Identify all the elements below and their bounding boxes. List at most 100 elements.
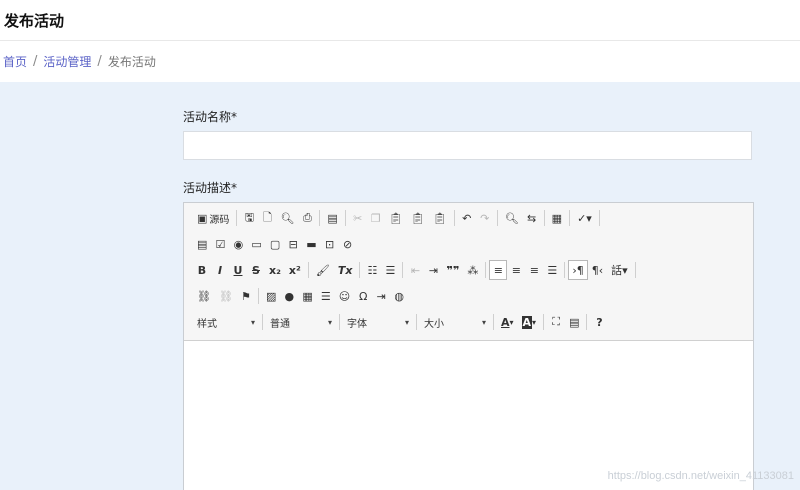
bg-color-button[interactable]: A ▾ bbox=[518, 312, 541, 332]
size-dropdown[interactable]: 大小 ▾ bbox=[420, 312, 490, 332]
new-page-button[interactable]: 🗋 bbox=[258, 208, 276, 228]
select-field-icon: ⊟ bbox=[288, 237, 298, 251]
copy-button[interactable]: ❐ bbox=[367, 208, 385, 228]
underline-button[interactable]: U bbox=[229, 260, 247, 280]
rtl-button[interactable]: ¶‹ bbox=[588, 260, 607, 280]
paste-word-icon: 📋︎ bbox=[432, 211, 447, 225]
undo-button[interactable]: ↶ bbox=[458, 208, 476, 228]
main-content: 活动名称* 活动描述* ▣源码 🖫 🗋 🔍︎ ⎙ ▤ ✂ ❐ � bbox=[0, 82, 800, 490]
text-color-button[interactable]: A ▾ bbox=[497, 312, 518, 332]
radio-icon: ◉ bbox=[233, 237, 244, 251]
horizontal-rule-button[interactable]: ☰ bbox=[317, 286, 335, 306]
redo-button[interactable]: ↷ bbox=[476, 208, 494, 228]
remove-format-button[interactable]: Tx bbox=[334, 260, 357, 280]
form-button-button[interactable]: ▬ bbox=[302, 234, 320, 254]
save-icon: 🖫 bbox=[244, 210, 255, 224]
maximize-button[interactable]: ⛶ bbox=[547, 312, 565, 332]
outdent-button[interactable]: ⇤ bbox=[406, 260, 424, 280]
image-button-button[interactable]: ⊡ bbox=[321, 234, 339, 254]
div-container-button[interactable]: ⁂ bbox=[463, 260, 482, 280]
strike-button[interactable]: S bbox=[247, 260, 265, 280]
hidden-field-icon: ⊘ bbox=[343, 237, 353, 251]
numbered-list-button[interactable]: ☷ bbox=[363, 260, 381, 280]
editor-content-area[interactable] bbox=[184, 341, 753, 490]
image-button-icon: ⊡ bbox=[325, 237, 335, 251]
show-blocks-button[interactable]: ▤ bbox=[565, 312, 583, 332]
flash-button[interactable]: ● bbox=[280, 286, 298, 306]
chevron-down-icon: ▾ bbox=[509, 317, 514, 327]
copy-format-button[interactable]: 🖌︎ bbox=[312, 260, 334, 280]
textfield-button[interactable]: ▭ bbox=[247, 234, 265, 254]
spellcheck-button[interactable]: ✓▾ bbox=[573, 208, 596, 228]
page-break-button[interactable]: ⇥ bbox=[372, 286, 390, 306]
superscript-button[interactable]: x² bbox=[285, 260, 305, 280]
link-button[interactable]: ⛓ bbox=[193, 286, 215, 306]
align-right-icon: ≡ bbox=[529, 263, 539, 277]
align-left-button[interactable]: ≡ bbox=[489, 260, 508, 280]
table-button[interactable]: ▦ bbox=[298, 286, 316, 306]
activity-name-input[interactable] bbox=[183, 131, 752, 160]
toolbar-separator bbox=[257, 288, 259, 304]
special-char-button[interactable]: Ω bbox=[354, 286, 372, 306]
save-button[interactable]: 🖫 bbox=[240, 208, 258, 228]
find-button[interactable]: 🔍︎ bbox=[501, 208, 523, 228]
language-button[interactable]: 話▾ bbox=[607, 260, 632, 280]
checkbox-button[interactable]: ☑ bbox=[211, 234, 229, 254]
bulleted-list-button[interactable]: ☰ bbox=[381, 260, 399, 280]
breadcrumb-section-link[interactable]: 活动管理 bbox=[43, 53, 91, 70]
iframe-button[interactable]: ◍ bbox=[390, 286, 408, 306]
text-color-icon: A bbox=[501, 315, 510, 329]
cut-button[interactable]: ✂ bbox=[349, 208, 367, 228]
unlink-button[interactable]: ⛓ bbox=[215, 286, 237, 306]
justify-button[interactable]: ☰ bbox=[543, 260, 561, 280]
image-button[interactable]: ▨ bbox=[262, 286, 280, 306]
breadcrumb-home-link[interactable]: 首页 bbox=[3, 53, 27, 70]
align-center-button[interactable]: ≡ bbox=[507, 260, 525, 280]
align-right-button[interactable]: ≡ bbox=[525, 260, 543, 280]
replace-button[interactable]: ⇆ bbox=[523, 208, 541, 228]
rtl-icon: ¶‹ bbox=[591, 263, 604, 277]
toolbar-separator bbox=[634, 262, 636, 278]
div-icon: ⁂ bbox=[467, 263, 479, 277]
paste-button[interactable]: 📋︎ bbox=[385, 208, 407, 228]
maximize-icon: ⛶ bbox=[552, 315, 560, 328]
toolbar-separator bbox=[236, 210, 238, 226]
select-field-button[interactable]: ⊟ bbox=[284, 234, 302, 254]
styles-dropdown[interactable]: 样式 ▾ bbox=[193, 312, 259, 332]
print-button[interactable]: ⎙ bbox=[298, 208, 316, 228]
show-blocks-icon: ▤ bbox=[569, 315, 580, 329]
textarea-button[interactable]: ▢ bbox=[266, 234, 284, 254]
paste-word-button[interactable]: 📋︎ bbox=[429, 208, 451, 228]
ltr-button[interactable]: ›¶ bbox=[568, 260, 588, 280]
anchor-button[interactable]: ⚑ bbox=[237, 286, 255, 306]
indent-button[interactable]: ⇥ bbox=[424, 260, 442, 280]
format-dropdown[interactable]: 普通 ▾ bbox=[266, 312, 336, 332]
toolbar-separator bbox=[453, 210, 455, 226]
templates-button[interactable]: ▤ bbox=[323, 208, 341, 228]
select-all-button[interactable]: ▦ bbox=[548, 208, 566, 228]
toolbar-separator bbox=[307, 262, 309, 278]
source-button[interactable]: ▣ 源码 bbox=[193, 208, 233, 228]
italic-button[interactable]: I bbox=[211, 260, 229, 280]
toolbar-row-insert: ⛓ ⛓ ⚑ ▨ ● ▦ ☰ ☺ Ω ⇥ ◍ bbox=[193, 285, 408, 307]
toolbar-separator bbox=[543, 210, 545, 226]
hidden-field-button[interactable]: ⊘ bbox=[339, 234, 357, 254]
radio-button[interactable]: ◉ bbox=[229, 234, 247, 254]
preview-button[interactable]: 🔍︎ bbox=[276, 208, 298, 228]
toolbar-separator bbox=[586, 314, 588, 330]
subscript-button[interactable]: x₂ bbox=[265, 260, 285, 280]
bold-button[interactable]: B bbox=[193, 260, 211, 280]
smiley-button[interactable]: ☺ bbox=[335, 286, 354, 306]
undo-icon: ↶ bbox=[462, 211, 472, 225]
form-button[interactable]: ▤ bbox=[193, 234, 211, 254]
link-icon: ⛓ bbox=[197, 289, 211, 303]
about-button[interactable]: ? bbox=[590, 312, 608, 332]
paste-text-button[interactable]: 📋︎ bbox=[407, 208, 429, 228]
textarea-icon: ▢ bbox=[269, 237, 281, 251]
toolbar-separator bbox=[344, 210, 346, 226]
toolbar-separator bbox=[402, 262, 404, 278]
blockquote-button[interactable]: ❞❞ bbox=[442, 260, 463, 280]
font-dropdown[interactable]: 字体 ▾ bbox=[343, 312, 413, 332]
language-icon: 話▾ bbox=[611, 264, 628, 277]
flash-icon: ● bbox=[284, 289, 295, 303]
